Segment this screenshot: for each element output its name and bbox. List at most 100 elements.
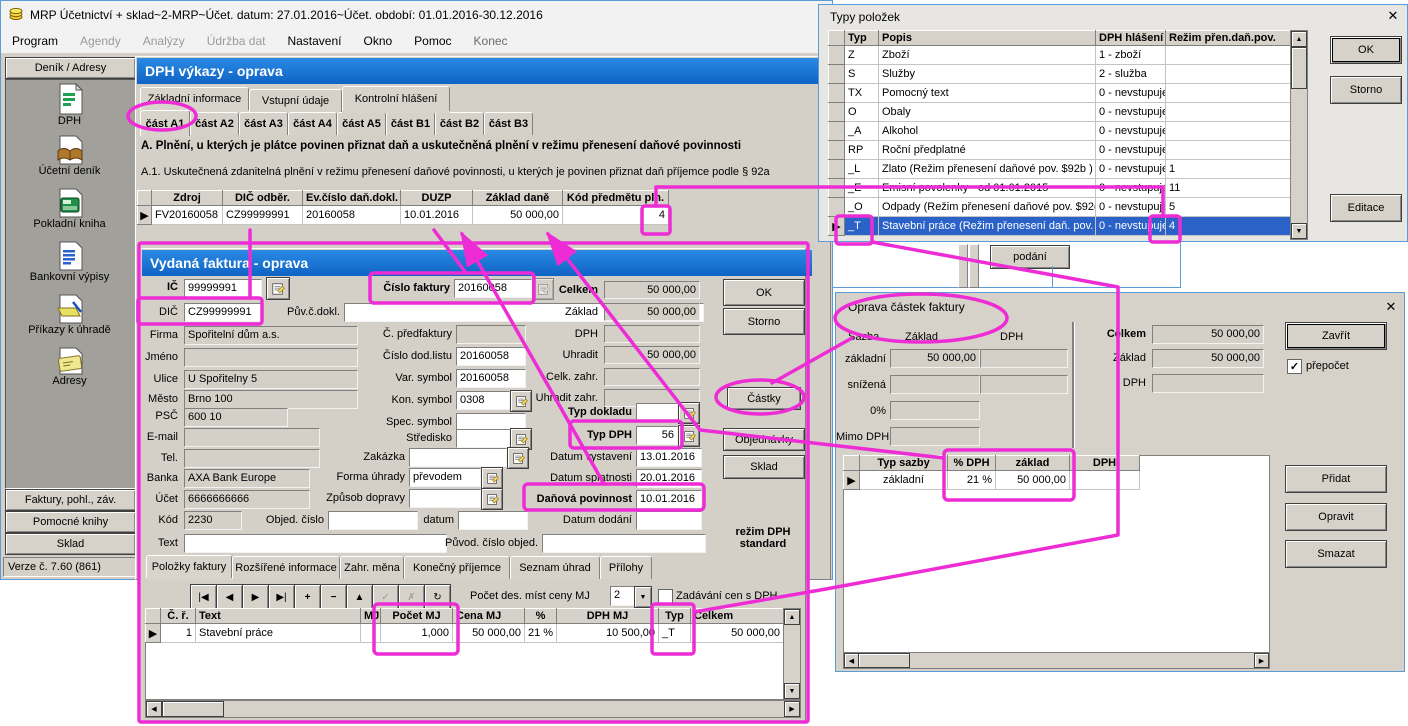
datum-field[interactable] — [458, 511, 528, 530]
col-kod-predmetu[interactable]: Kód předmětu pln. — [563, 191, 669, 206]
psc-field[interactable]: 600 10 — [184, 408, 288, 427]
sidebar-item-ucetni-denik[interactable]: Účetní deník — [7, 135, 132, 177]
menu-analyzy[interactable]: Analýzy — [132, 34, 196, 48]
sidebar-item-dph[interactable]: DPH — [7, 83, 132, 127]
menu-konec[interactable]: Konec — [463, 34, 519, 48]
typ-row[interactable]: _LZlato (Režim přenesení daňové pov. $92… — [829, 160, 1291, 179]
col-mj[interactable]: MJ — [361, 609, 381, 624]
typ-row[interactable]: TXPomocný text0 - nevstupuje — [829, 84, 1291, 103]
typ-row[interactable]: ZZboží1 - zboží — [829, 46, 1291, 65]
menu-udrzba-dat[interactable]: Údržba dat — [196, 34, 277, 48]
ic-lookup-button[interactable] — [266, 277, 290, 300]
close-icon[interactable]: ✕ — [1382, 299, 1400, 315]
typ-row-selected[interactable]: ▶_TStavební práce (Režim přenesení daň. … — [829, 217, 1291, 236]
typ-dph-lookup-button[interactable] — [678, 425, 700, 447]
scroll-up-icon[interactable]: ▲ — [784, 609, 800, 625]
typ-dph-field[interactable]: 56 — [636, 426, 678, 445]
typ-dokladu-lookup-button[interactable] — [678, 402, 700, 424]
tab-cast-b2[interactable]: část B2 — [435, 112, 484, 135]
dic-field[interactable]: CZ99999991 — [184, 303, 262, 322]
splitter-bar[interactable] — [958, 244, 968, 288]
tab-zakladni-informace[interactable]: Základní informace — [140, 87, 249, 110]
ic-field[interactable]: 99999991 — [184, 279, 262, 298]
col-rezim[interactable]: Režim přen.daň.pov. — [1166, 31, 1291, 46]
col-typ[interactable]: Typ — [845, 31, 879, 46]
pocet-des-select[interactable]: 2 — [610, 586, 636, 606]
ok-button[interactable]: OK — [723, 279, 805, 306]
zpusob-dopravy-lookup-button[interactable] — [481, 488, 503, 510]
objed-cislo-field[interactable] — [328, 511, 418, 530]
kod-field[interactable]: 2230 — [184, 511, 242, 530]
refresh-button[interactable]: ↻ — [424, 584, 451, 610]
menu-agendy[interactable]: Agendy — [69, 34, 132, 48]
firma-field[interactable]: Spořitelní dům a.s. — [184, 326, 358, 345]
jmeno-field[interactable] — [184, 348, 358, 367]
danova-povinnost-field[interactable]: 10.01.2016 — [636, 490, 702, 509]
sidebar-item-pokladni-kniha[interactable]: Pokladní kniha — [7, 188, 132, 230]
zpusob-dopravy-field[interactable] — [409, 489, 481, 508]
ucet-field[interactable]: 6666666666 — [184, 490, 310, 509]
col-typ[interactable]: Typ — [659, 609, 691, 624]
typ-dokladu-field[interactable] — [636, 403, 678, 422]
tab-zahr-mena[interactable]: Zahr. měna — [340, 556, 404, 579]
cancel-edit-button[interactable]: ✗ — [398, 584, 425, 610]
col-ev-cislo[interactable]: Ev.číslo daň.dokl. — [303, 191, 401, 206]
typy-editace-button[interactable]: Editace — [1330, 194, 1402, 222]
zakazka-lookup-button[interactable] — [507, 447, 529, 469]
sidebar-item-adresy[interactable]: Adresy — [7, 347, 132, 387]
stredisko-field[interactable] — [456, 429, 510, 448]
tab-rozsirene-informace[interactable]: Rozšířené informace — [232, 556, 340, 579]
edit-row-button[interactable]: ▲ — [346, 584, 373, 610]
sazba-row[interactable]: ▶ základní 21 % 50 000,00 — [844, 471, 1140, 490]
typy-vertical-scrollbar[interactable]: ▲ ▼ — [1290, 30, 1308, 240]
col-dic-odber[interactable]: DIČ odběr. — [223, 191, 303, 206]
castky-horizontal-scrollbar[interactable]: ◀ ▶ — [843, 652, 1270, 669]
mesto-field[interactable]: Brno 100 — [184, 390, 358, 409]
scroll-right-icon[interactable]: ▶ — [784, 701, 800, 717]
puvod-cislo-objed-field[interactable] — [542, 534, 706, 553]
nav-prev-button[interactable]: ◀ — [216, 584, 243, 610]
typ-row[interactable]: _OOdpady (Režim přenesení daňové pov. $9… — [829, 198, 1291, 217]
tab-cast-a1[interactable]: část A1 — [140, 110, 190, 136]
vydana-faktura-titlebar[interactable]: Vydaná faktura - oprava — [142, 250, 812, 276]
sidebar-tab-pomocne-knihy[interactable]: Pomocné knihy — [5, 511, 136, 533]
col-c-r[interactable]: Č. ř. — [161, 609, 196, 624]
sidebar-tab-denik-adresy[interactable]: Deník / Adresy — [5, 57, 136, 79]
prepocet-checkbox[interactable]: ✓ — [1287, 359, 1302, 374]
sidebar-item-bankovni-vypisy[interactable]: Bankovní výpisy — [7, 241, 132, 283]
col-zdroj[interactable]: Zdroj — [152, 191, 223, 206]
col-pct-dph[interactable]: % DPH — [948, 456, 996, 471]
scroll-right-icon[interactable]: ▶ — [1254, 653, 1269, 668]
zavrit-button[interactable]: Zavřít — [1285, 322, 1387, 350]
storno-button[interactable]: Storno — [723, 308, 805, 335]
tab-cast-b1[interactable]: část B1 — [386, 112, 435, 135]
tab-prilohy[interactable]: Přílohy — [600, 556, 652, 579]
objednavky-button[interactable]: Objednávky — [723, 428, 805, 451]
pocet-des-dropdown-icon[interactable]: ▼ — [634, 586, 652, 608]
item-row[interactable]: ▶ 1 Stavební práce 1,000 50 000,00 21 % … — [146, 624, 784, 643]
tab-cast-a2[interactable]: část A2 — [190, 112, 239, 135]
sidebar-tab-sklad[interactable]: Sklad — [5, 533, 136, 555]
scroll-left-icon[interactable]: ◀ — [844, 653, 859, 668]
col-popis[interactable]: Popis — [879, 31, 1096, 46]
col-dph-hlaseni[interactable]: DPH hlášení — [1096, 31, 1166, 46]
tab-seznam-uhrad[interactable]: Seznam úhrad — [510, 556, 600, 579]
typy-ok-button[interactable]: OK — [1330, 36, 1402, 64]
col-dph-mj[interactable]: DPH MJ — [557, 609, 659, 624]
zakazka-field[interactable] — [409, 448, 507, 467]
text-field[interactable] — [184, 534, 447, 553]
menu-nastaveni[interactable]: Nastavení — [276, 34, 352, 48]
col-zaklad[interactable]: základ — [996, 456, 1070, 471]
typ-row[interactable]: _EEmisní povolenky - od 01.01.20150 - ne… — [829, 179, 1291, 198]
tab-vstupni-udaje[interactable]: Vstupní údaje — [249, 89, 342, 112]
scroll-up-icon[interactable]: ▲ — [1291, 31, 1307, 47]
sidebar-tab-faktury[interactable]: Faktury, pohl., záv. — [5, 489, 136, 511]
email-field[interactable] — [184, 428, 320, 447]
items-vertical-scrollbar[interactable]: ▲ ▼ — [783, 608, 801, 700]
menu-pomoc[interactable]: Pomoc — [403, 34, 462, 48]
table-row[interactable]: ▶ FV20160058 CZ99999991 20160058 10.01.2… — [138, 206, 669, 225]
ulice-field[interactable]: U Spořitelny 5 — [184, 370, 358, 389]
tab-polozky-faktury[interactable]: Položky faktury — [146, 555, 232, 578]
add-row-button[interactable]: + — [294, 584, 321, 610]
col-pocet-mj[interactable]: Počet MJ — [381, 609, 453, 624]
